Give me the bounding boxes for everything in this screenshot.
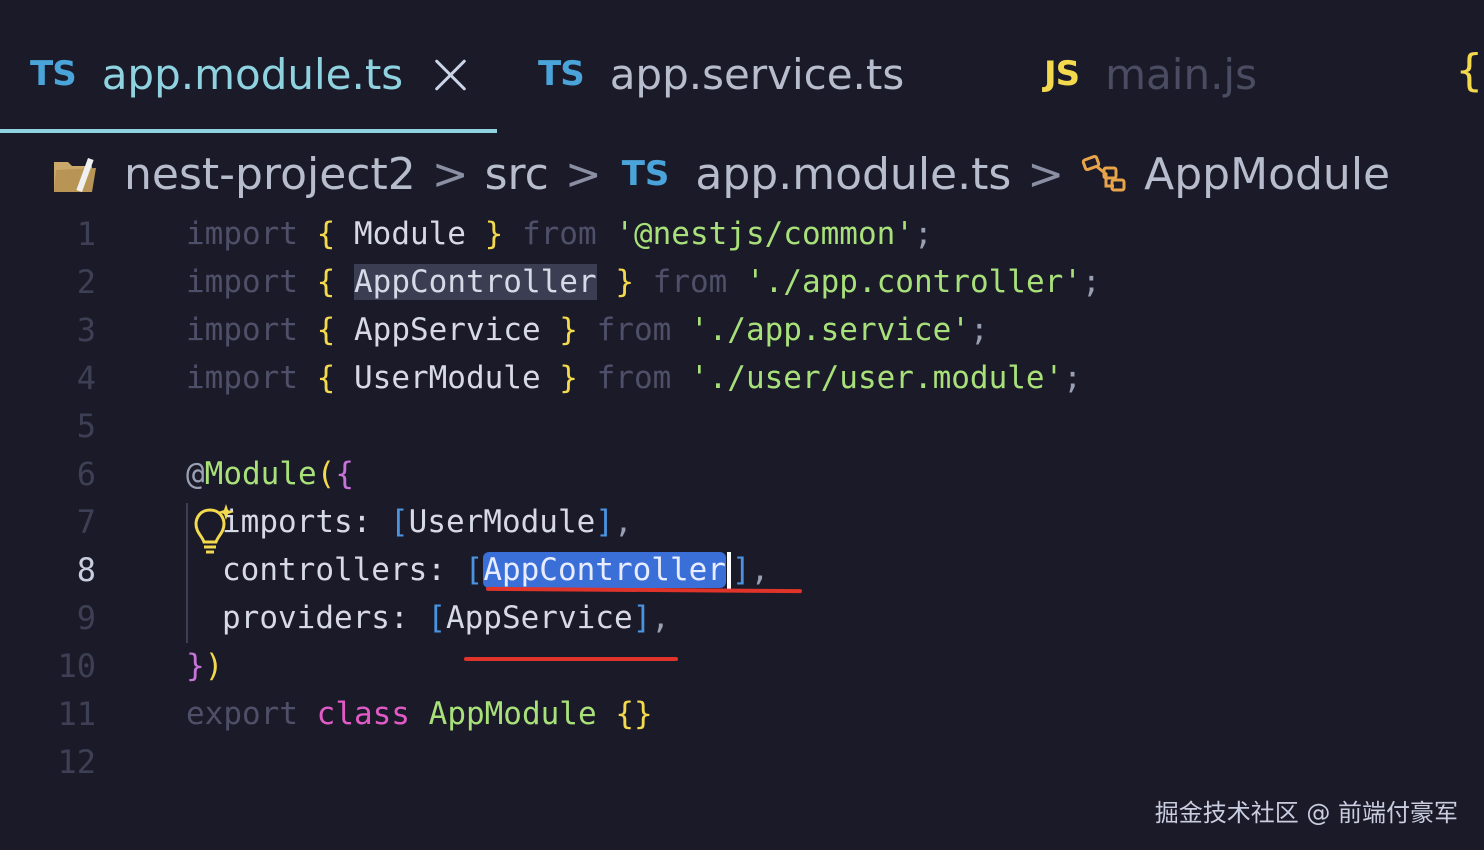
breadcrumb-separator: > <box>564 148 602 200</box>
code-line[interactable]: 11 export class AppModule {} <box>0 690 1484 738</box>
breadcrumb-folder[interactable]: src <box>485 149 549 200</box>
tab-label: app.module.ts <box>101 49 404 99</box>
indent-guide <box>186 503 188 643</box>
line-number: 10 <box>57 647 96 685</box>
code-text[interactable]: @Module({ <box>186 450 354 498</box>
text-selection: AppController <box>483 552 726 588</box>
ts-file-icon: TS <box>538 54 585 94</box>
text-cursor <box>726 551 731 592</box>
line-number: 12 <box>57 743 96 781</box>
code-line[interactable]: 2 import { AppController } from './app.c… <box>0 258 1484 306</box>
folder-icon <box>52 154 98 194</box>
breadcrumb: nest-project2 > src > TS app.module.ts >… <box>52 146 1390 202</box>
class-symbol-icon <box>1080 152 1128 196</box>
code-line[interactable]: 9 providers: [AppService], <box>0 594 1484 642</box>
editor-tab-bar: TS app.module.ts TS app.service.ts JS ma… <box>0 0 1484 134</box>
highlighted-occurrence: AppController <box>354 264 597 300</box>
code-line[interactable]: 4 import { UserModule } from './user/use… <box>0 354 1484 402</box>
ts-file-icon: TS <box>30 54 77 94</box>
breadcrumb-project[interactable]: nest-project2 <box>124 149 416 200</box>
tab-label: app.service.ts <box>609 49 905 99</box>
line-number: 7 <box>76 503 96 541</box>
code-line[interactable]: 12 <box>0 738 1484 786</box>
line-number: 4 <box>76 359 96 397</box>
code-line[interactable]: 1 import { Module } from '@nestjs/common… <box>0 210 1484 258</box>
code-text[interactable]: import { UserModule } from './user/user.… <box>186 354 1082 402</box>
tab-main-js[interactable]: JS main.js <box>1044 44 1257 104</box>
code-text[interactable]: }) <box>186 642 223 690</box>
line-number: 6 <box>76 455 96 493</box>
code-text[interactable]: import { AppController } from './app.con… <box>186 258 1101 306</box>
tab-app-module[interactable]: TS app.module.ts <box>30 44 469 104</box>
ts-file-icon: TS <box>621 154 670 194</box>
line-number: 8 <box>76 551 96 589</box>
tab-app-service[interactable]: TS app.service.ts <box>538 44 904 104</box>
code-line[interactable]: 3 import { AppService } from './app.serv… <box>0 306 1484 354</box>
lightbulb-icon[interactable] <box>194 502 238 556</box>
line-number: 1 <box>76 215 96 253</box>
code-line[interactable]: 5 <box>0 402 1484 450</box>
breadcrumb-symbol[interactable]: AppModule <box>1144 149 1390 200</box>
red-annotation-underline <box>464 657 678 661</box>
line-number: 9 <box>76 599 96 637</box>
code-text[interactable]: export class AppModule {} <box>186 690 653 738</box>
tab-json-file[interactable]: { <box>1456 40 1483 100</box>
breadcrumb-file[interactable]: app.module.ts <box>695 149 1011 200</box>
tab-label: main.js <box>1105 49 1257 99</box>
line-number: 11 <box>57 695 96 733</box>
code-editor[interactable]: 1 import { Module } from '@nestjs/common… <box>0 210 1484 810</box>
code-text[interactable]: import { Module } from '@nestjs/common'; <box>186 210 933 258</box>
breadcrumb-separator: > <box>431 148 469 200</box>
code-text[interactable]: providers: [AppService], <box>222 594 670 642</box>
close-icon[interactable] <box>433 56 469 92</box>
line-number: 3 <box>76 311 96 349</box>
code-line[interactable]: 10 }) <box>0 642 1484 690</box>
code-line[interactable]: 6 @Module({ <box>0 450 1484 498</box>
js-file-icon: JS <box>1044 54 1080 94</box>
line-number: 5 <box>76 407 96 445</box>
line-number: 2 <box>76 263 96 301</box>
json-file-icon: { <box>1456 44 1483 96</box>
code-text[interactable]: imports: [UserModule], <box>222 498 633 546</box>
watermark: 掘金技术社区 @ 前端付豪军 <box>1154 799 1458 827</box>
breadcrumb-separator: > <box>1027 148 1065 200</box>
active-tab-indicator <box>0 129 497 133</box>
code-text[interactable]: import { AppService } from './app.servic… <box>186 306 989 354</box>
